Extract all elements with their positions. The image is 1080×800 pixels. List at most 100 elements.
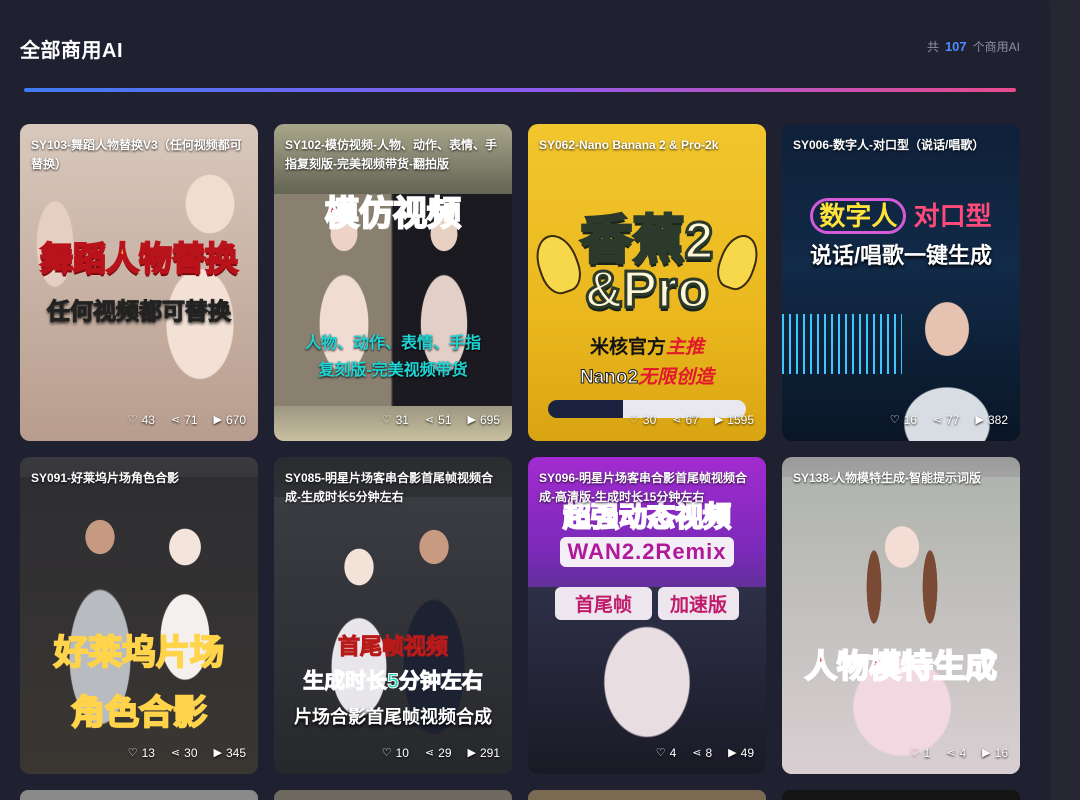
- like-count[interactable]: ♡ 1: [910, 746, 931, 760]
- wan-remix-text: WAN2.2Remix: [559, 537, 735, 567]
- share-icon: ⋖: [170, 413, 181, 426]
- card-title: SY062-Nano Banana 2 & Pro-2k: [539, 138, 719, 152]
- first-last-frame-tag: 首尾帧: [554, 587, 652, 620]
- play-icon: ▶: [467, 746, 476, 759]
- share-icon: ⋖: [424, 746, 435, 759]
- play-count: ▶ 695: [467, 413, 501, 427]
- card-grid: SY103-舞蹈人物替换V3（任何视频都可替换） 舞蹈人物替换 任何视频都可替换…: [20, 124, 1020, 774]
- card-overlay-line3: 米核官方主推: [528, 332, 766, 359]
- digital-human-text: 数字人: [810, 198, 907, 234]
- scrollbar-track[interactable]: [1050, 0, 1080, 800]
- heart-icon: ♡: [127, 413, 138, 426]
- count-prefix: 共: [926, 40, 939, 54]
- heart-icon: ♡: [381, 413, 392, 426]
- like-count[interactable]: ♡ 16: [890, 413, 917, 427]
- play-icon: ▶: [728, 746, 737, 759]
- play-count: ▶ 1595: [714, 413, 754, 427]
- share-icon: ⋖: [424, 413, 435, 426]
- next-row-card: [782, 790, 1020, 800]
- share-count[interactable]: ⋖ 30: [171, 746, 198, 760]
- card-overlay-headline: 舞蹈人物替换: [39, 239, 239, 278]
- card-overlay-headline: 模仿视频: [324, 194, 462, 234]
- card-sy091[interactable]: SY091-好莱坞片场角色合影 好莱坞片场 角色合影 ♡ 13 ⋖ 30 ▶ 345: [20, 457, 258, 774]
- share-count[interactable]: ⋖ 67: [672, 413, 699, 427]
- share-count[interactable]: ⋖ 29: [425, 746, 452, 760]
- card-stats: ♡ 43 ⋖ 71 ▶ 670: [128, 413, 246, 427]
- share-count[interactable]: ⋖ 8: [692, 746, 712, 760]
- share-icon: ⋖: [672, 413, 682, 426]
- card-overlay-subline: 任何视频都可替换: [47, 298, 232, 325]
- share-count[interactable]: ⋖ 4: [946, 746, 966, 760]
- unlimited-text: 无限创造: [638, 367, 715, 388]
- accelerated-tag: 加速版: [658, 587, 740, 620]
- like-count[interactable]: ♡ 10: [382, 746, 409, 760]
- card-overlay-headline: 数字人 对口型: [782, 196, 1020, 234]
- card-stats: ♡ 10 ⋖ 29 ▶ 291: [382, 746, 500, 760]
- play-icon: ▶: [213, 746, 222, 759]
- play-count: ▶ 345: [213, 746, 247, 760]
- lip-sync-text: 对口型: [913, 201, 992, 231]
- card-title: SY006-数字人-对口型（说话/唱歌）: [793, 138, 985, 152]
- next-row-card: [528, 790, 766, 800]
- card-title: SY085-明星片场客串合影首尾帧视频合成-生成时长5分钟左右: [285, 471, 494, 504]
- heart-icon: ♡: [127, 746, 138, 759]
- play-count: ▶ 291: [467, 746, 501, 760]
- play-icon: ▶: [982, 746, 991, 759]
- next-row-card: [20, 790, 258, 800]
- play-count: ▶ 670: [213, 413, 247, 427]
- share-count[interactable]: ⋖ 51: [425, 413, 452, 427]
- like-count[interactable]: ♡ 43: [128, 413, 155, 427]
- card-overlay-headline: 首尾帧视频: [337, 634, 448, 660]
- card-stats: ♡ 31 ⋖ 51 ▶ 695: [382, 413, 500, 427]
- share-icon: ⋖: [932, 413, 943, 426]
- card-overlay-line2: 生成时长5分钟左右: [303, 670, 484, 694]
- play-icon: ▶: [714, 413, 724, 426]
- card-overlay-headline: 人物模特生成: [804, 647, 998, 685]
- heart-icon: ♡: [889, 413, 900, 426]
- play-count: ▶ 16: [982, 746, 1008, 760]
- card-image: [782, 477, 1020, 774]
- main-panel: 全部商用AI 共 107 个商用AI SY103-舞蹈人物替换V3（任何视频都可替换…: [0, 0, 1050, 800]
- heart-icon: ♡: [629, 413, 639, 426]
- share-count[interactable]: ⋖ 77: [933, 413, 960, 427]
- card-stats: ♡ 4 ⋖ 8 ▶ 49: [656, 746, 754, 760]
- card-sy138[interactable]: SY138-人物模特生成-智能提示词版 人物模特生成 ♡ 1 ⋖ 4 ▶ 16: [782, 457, 1020, 774]
- card-overlay-subline: 说话/唱歌一键生成: [809, 243, 993, 268]
- card-sy102[interactable]: SY102-模仿视频-人物、动作、表情、手指复刻版-完美视频带货-翻拍版 模仿视…: [274, 124, 512, 441]
- share-icon: ⋖: [946, 746, 956, 759]
- card-stats: ♡ 30 ⋖ 67 ▶ 1595: [629, 413, 754, 427]
- section-header: 全部商用AI 共 107 个商用AI: [20, 30, 1020, 70]
- heart-icon: ♡: [909, 746, 920, 759]
- nano-text: Nano2: [579, 367, 639, 389]
- like-count[interactable]: ♡ 13: [128, 746, 155, 760]
- item-count: 共 107 个商用AI: [927, 38, 1020, 55]
- play-count: ▶ 49: [728, 746, 754, 760]
- count-suffix: 个商用AI: [972, 40, 1020, 54]
- card-sy006[interactable]: SY006-数字人-对口型（说话/唱歌） 数字人 对口型 说话/唱歌一键生成 ♡…: [782, 124, 1020, 441]
- card-overlay-line4: Nano2无限创造: [528, 362, 766, 389]
- share-count[interactable]: ⋖ 71: [171, 413, 198, 427]
- card-overlay-line2: 人物、动作、表情、手指: [304, 335, 481, 352]
- featured-text: 主推: [666, 337, 705, 358]
- card-stats: ♡ 1 ⋖ 4 ▶ 16: [910, 746, 1008, 760]
- card-overlay-headline: 好莱坞片场: [53, 633, 225, 673]
- gradient-divider: [24, 88, 1016, 92]
- play-icon: ▶: [213, 413, 222, 426]
- play-icon: ▶: [467, 413, 476, 426]
- card-overlay-line3: 片场合影首尾帧视频合成: [294, 707, 492, 727]
- share-icon: ⋖: [692, 746, 702, 759]
- card-title: SY103-舞蹈人物替换V3（任何视频都可替换）: [31, 138, 242, 171]
- like-count[interactable]: ♡ 31: [382, 413, 409, 427]
- like-count[interactable]: ♡ 30: [629, 413, 656, 427]
- card-sy085[interactable]: SY085-明星片场客串合影首尾帧视频合成-生成时长5分钟左右 首尾帧视频 生成…: [274, 457, 512, 774]
- like-count[interactable]: ♡ 4: [656, 746, 677, 760]
- card-sy062[interactable]: SY062-Nano Banana 2 & Pro-2k 香蕉2 &Pro 米核…: [528, 124, 766, 441]
- card-title: SY096-明星片场客串合影首尾帧视频合成-高清版-生成时长15分钟左右: [539, 471, 748, 504]
- card-sy096[interactable]: SY096-明星片场客串合影首尾帧视频合成-高清版-生成时长15分钟左右 超强动…: [528, 457, 766, 774]
- share-icon: ⋖: [170, 746, 181, 759]
- play-count: ▶ 382: [975, 413, 1009, 427]
- play-icon: ▶: [975, 413, 984, 426]
- card-stats: ♡ 16 ⋖ 77 ▶ 382: [890, 413, 1008, 427]
- heart-icon: ♡: [381, 746, 392, 759]
- card-sy103[interactable]: SY103-舞蹈人物替换V3（任何视频都可替换） 舞蹈人物替换 任何视频都可替换…: [20, 124, 258, 441]
